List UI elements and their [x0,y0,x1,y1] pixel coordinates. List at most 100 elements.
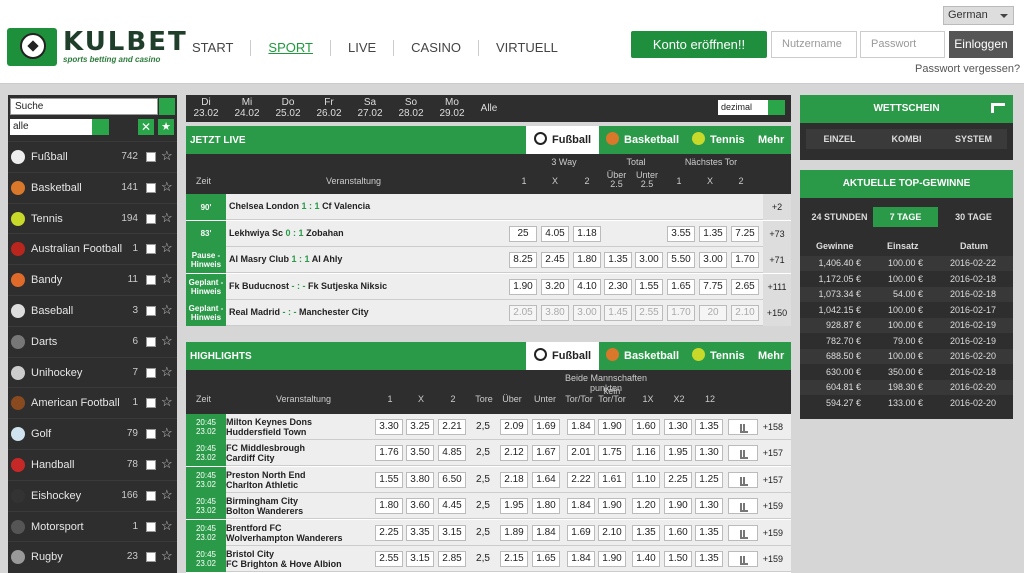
date-tab[interactable]: Fr 26.02 [309,97,349,119]
star-icon[interactable]: ☆ [161,548,173,564]
odds-button[interactable]: 1.90 [598,551,626,567]
odds-button[interactable]: 1.89 [500,524,528,541]
tab-system[interactable]: SYSTEM [940,129,1007,149]
logo-icon[interactable] [7,28,57,66]
odds-button[interactable]: 7.75 [699,278,727,295]
date-tab[interactable]: Sa 27.02 [350,97,390,119]
odds-button[interactable]: 1.69 [532,419,560,435]
odds-button[interactable]: 1.70 [667,305,695,322]
odds-button[interactable]: 2.12 [500,445,528,462]
star-icon[interactable]: ☆ [161,210,173,226]
sidebar-item-unihockey[interactable]: Unihockey 7 ☆ [8,356,177,387]
odds-button[interactable]: 1.35 [695,419,723,435]
odds-button[interactable]: 4.05 [541,225,569,242]
odds-button[interactable]: 1.35 [604,252,632,269]
odds-button[interactable]: 3.20 [541,278,569,295]
tab-24h[interactable]: 24 STUNDEN [806,207,873,227]
sport-checkbox[interactable] [146,490,156,501]
odds-button[interactable]: 3.30 [375,419,403,435]
odds-button[interactable]: 7.25 [731,225,759,242]
stats-icon[interactable] [728,524,758,541]
odds-button[interactable]: 2.18 [500,471,528,488]
odds-button[interactable]: 2.85 [438,551,466,567]
odds-button[interactable]: 3.15 [438,524,466,541]
clear-filter-button[interactable]: ✕ [138,119,154,135]
odds-button[interactable]: 1.60 [664,524,692,541]
login-button[interactable]: Einloggen [949,31,1013,58]
odds-format-select[interactable]: dezimal [718,100,768,115]
odds-button[interactable]: 6.50 [438,471,466,488]
table-row[interactable]: Geplant - Hinweis Fk Buducnost - : - Fk S… [186,273,791,300]
sport-checkbox[interactable] [146,213,156,224]
odds-button[interactable]: 1.76 [375,445,403,462]
odds-button[interactable]: 1.35 [695,551,723,567]
odds-button[interactable]: 1.30 [695,445,723,462]
odds-button[interactable]: 1.80 [375,498,403,515]
more-markets-link[interactable]: +159 [763,528,783,538]
odds-button[interactable]: 2.25 [375,524,403,541]
odds-button[interactable]: 4.10 [573,278,601,295]
sidebar-item-golf[interactable]: Golf 79 ☆ [8,418,177,448]
star-icon[interactable]: ☆ [161,487,173,503]
sidebar-item-fußball[interactable]: Fußball 742 ☆ [8,141,177,171]
stats-icon[interactable] [728,498,758,515]
sidebar-item-american-football[interactable]: American Football 1 ☆ [8,387,177,417]
star-icon[interactable]: ☆ [161,394,173,410]
odds-button[interactable]: 1.84 [532,524,560,541]
odds-button[interactable]: 1.67 [532,445,560,462]
table-row[interactable]: Geplant - Hinweis Real Madrid - : - Manch… [186,300,791,327]
stats-icon[interactable] [728,471,758,488]
odds-button[interactable]: 1.95 [500,498,528,515]
sport-checkbox[interactable] [146,552,156,563]
odds-button[interactable]: 1.84 [567,419,595,435]
odds-button[interactable]: 1.50 [664,551,692,567]
star-icon[interactable]: ☆ [161,333,173,349]
odds-button[interactable]: 1.35 [699,225,727,242]
odds-button[interactable]: 1.95 [664,445,692,462]
password-field[interactable]: Passwort [860,31,945,58]
more-markets-link[interactable]: +157 [763,475,783,485]
tab-basketball[interactable]: Basketball [606,342,679,370]
odds-button[interactable]: 2.45 [541,252,569,269]
odds-button[interactable]: 3.00 [699,252,727,269]
sidebar-item-tennis[interactable]: Tennis 194 ☆ [8,202,177,233]
more-markets-link[interactable]: +157 [763,448,783,458]
table-row[interactable]: 20:45 23.02 Birmingham City Bolton Wanderer… [186,493,791,520]
nav-sport[interactable]: SPORT [250,40,330,56]
chevron-down-icon[interactable] [768,100,785,115]
filter-select[interactable]: alle [10,119,92,135]
tab-football[interactable]: Fußball [526,342,599,370]
odds-button[interactable]: 1.45 [604,305,632,322]
table-row[interactable]: 20:45 23.02 Brentford FC Wolverhampton Wand… [186,519,791,546]
tab-7days[interactable]: 7 TAGE [873,207,938,227]
sport-checkbox[interactable] [146,398,156,409]
odds-button[interactable]: 1.30 [664,419,692,435]
tab-30days[interactable]: 30 TAGE [940,207,1007,227]
table-row[interactable]: 20:45 23.02 Milton Keynes Dons Huddersfield… [186,414,791,440]
nav-casino[interactable]: CASINO [393,40,478,56]
sidebar-item-australian-football[interactable]: Australian Football 1 ☆ [8,233,177,263]
odds-button[interactable]: 4.85 [438,445,466,462]
sidebar-item-rugby[interactable]: Rugby 23 ☆ [8,541,177,571]
search-icon[interactable] [159,98,175,115]
odds-button[interactable]: 25 [509,225,537,242]
sidebar-item-motorsport[interactable]: Motorsport 1 ☆ [8,510,177,541]
nav-start[interactable]: START [192,40,250,56]
table-row[interactable]: Pause - Hinweis Al Masry Club 1 : 1 Al Ah… [186,247,791,274]
sidebar-item-darts[interactable]: Darts 6 ☆ [8,325,177,356]
stats-icon[interactable] [728,551,758,567]
table-row[interactable]: 20:45 23.02 Preston North End Charlton Athl… [186,466,791,493]
open-account-button[interactable]: Konto eröffnen!! [631,31,767,58]
nav-virtuell[interactable]: VIRTUELL [478,40,575,56]
more-markets-link[interactable]: +71 [763,247,791,274]
odds-button[interactable]: 1.80 [573,252,601,269]
odds-button[interactable]: 2.21 [438,419,466,435]
sport-checkbox[interactable] [146,306,156,316]
sport-checkbox[interactable] [146,521,156,532]
odds-button[interactable]: 3.35 [406,524,434,541]
sport-checkbox[interactable] [146,152,156,162]
sidebar-item-bandy[interactable]: Bandy 11 ☆ [8,264,177,294]
odds-button[interactable]: 1.90 [598,498,626,515]
table-row[interactable]: 20:45 23.02 FC Middlesbrough Cardiff City 1.… [186,440,791,467]
odds-button[interactable]: 3.15 [406,551,434,567]
